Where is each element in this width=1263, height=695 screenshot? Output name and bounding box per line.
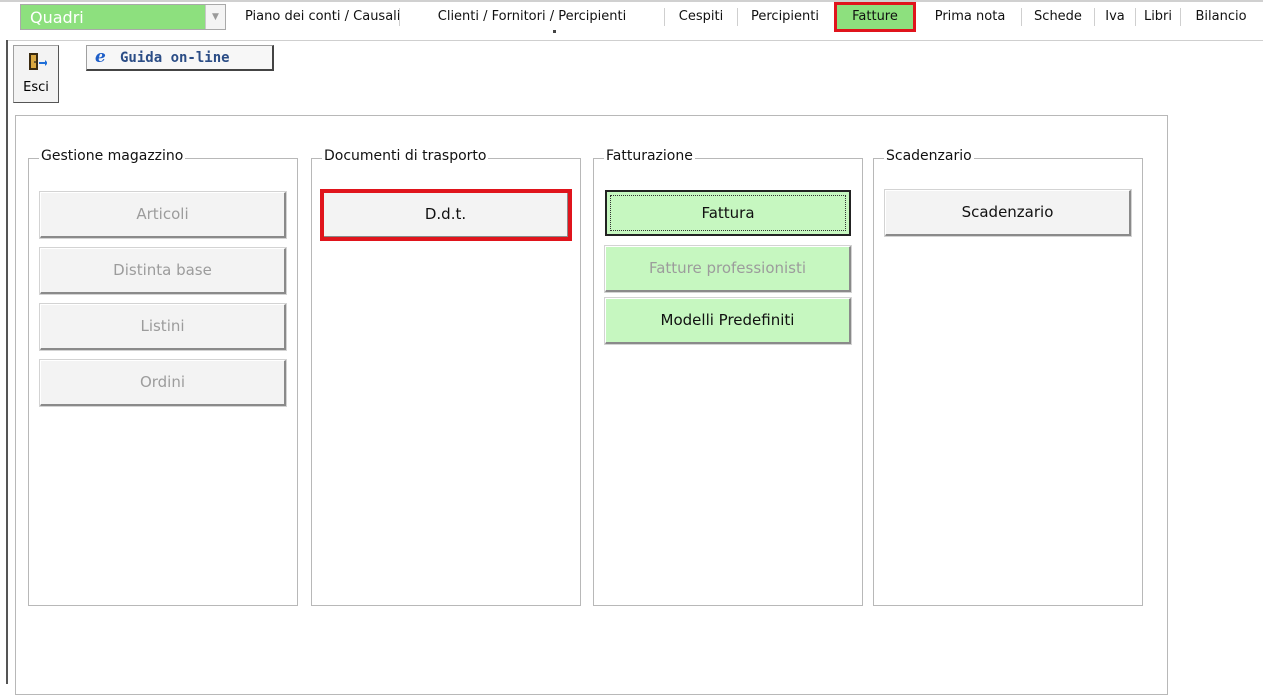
menu-marker-dot	[553, 30, 556, 33]
group-scadenzario: Scadenzario Scadenzario	[873, 148, 1143, 606]
group-title: Gestione magazzino	[39, 148, 186, 164]
exit-door-icon	[29, 53, 47, 70]
tab-fatture[interactable]: Fatture	[834, 2, 916, 32]
exit-button[interactable]: Esci	[13, 45, 59, 103]
tab-cespiti[interactable]: Cespiti	[666, 4, 736, 30]
window-left-border	[6, 40, 8, 684]
listini-button[interactable]: Listini	[40, 304, 286, 350]
ddt-button[interactable]: D.d.t.	[320, 189, 572, 241]
module-select-value: Quadri	[30, 8, 84, 27]
tab-divider	[399, 8, 400, 26]
tab-libri[interactable]: Libri	[1137, 4, 1179, 30]
tab-piano-dei-conti[interactable]: Piano dei conti / Causali	[240, 4, 400, 30]
fatture-professionisti-button[interactable]: Fatture professionisti	[605, 246, 851, 292]
chevron-down-icon[interactable]: ▼	[205, 5, 225, 29]
toolbar-divider	[6, 40, 1263, 41]
module-select[interactable]: Quadri ▼	[20, 4, 226, 30]
tab-divider	[1180, 8, 1181, 26]
tab-schede[interactable]: Schede	[1023, 4, 1093, 30]
tab-divider	[664, 8, 665, 26]
online-help-label: Guida on-line	[120, 50, 230, 66]
group-title: Documenti di trasporto	[322, 148, 489, 164]
tab-divider	[1094, 8, 1095, 26]
tab-divider	[737, 8, 738, 26]
articoli-button[interactable]: Articoli	[40, 192, 286, 238]
menu-bar-top-border	[0, 0, 1263, 2]
tab-prima-nota[interactable]: Prima nota	[920, 4, 1020, 30]
scadenzario-button[interactable]: Scadenzario	[885, 190, 1131, 236]
menu-bar: Quadri ▼ Piano dei conti / Causali Clien…	[0, 0, 1263, 33]
tab-bilancio[interactable]: Bilancio	[1182, 4, 1260, 30]
group-gestione-magazzino: Gestione magazzino Articoli Distinta bas…	[28, 148, 298, 606]
tab-clienti-fornitori[interactable]: Clienti / Fornitori / Percipienti	[401, 4, 663, 30]
distinta-base-button[interactable]: Distinta base	[40, 248, 286, 294]
exit-button-label: Esci	[23, 80, 49, 95]
tab-iva[interactable]: Iva	[1096, 4, 1134, 30]
tab-percipienti[interactable]: Percipienti	[739, 4, 831, 30]
group-documenti-trasporto: Documenti di trasporto D.d.t.	[311, 148, 581, 606]
group-title: Fatturazione	[604, 148, 695, 164]
fattura-button[interactable]: Fattura	[605, 190, 851, 236]
modelli-predefiniti-button[interactable]: Modelli Predefiniti	[605, 298, 851, 344]
internet-explorer-icon: e	[95, 47, 106, 67]
group-title: Scadenzario	[884, 148, 974, 164]
online-help-button[interactable]: e Guida on-line	[86, 45, 274, 71]
tab-divider	[1135, 8, 1136, 26]
group-fatturazione: Fatturazione Fattura Fatture professioni…	[593, 148, 863, 606]
ordini-button[interactable]: Ordini	[40, 360, 286, 406]
tab-divider	[1021, 8, 1022, 26]
